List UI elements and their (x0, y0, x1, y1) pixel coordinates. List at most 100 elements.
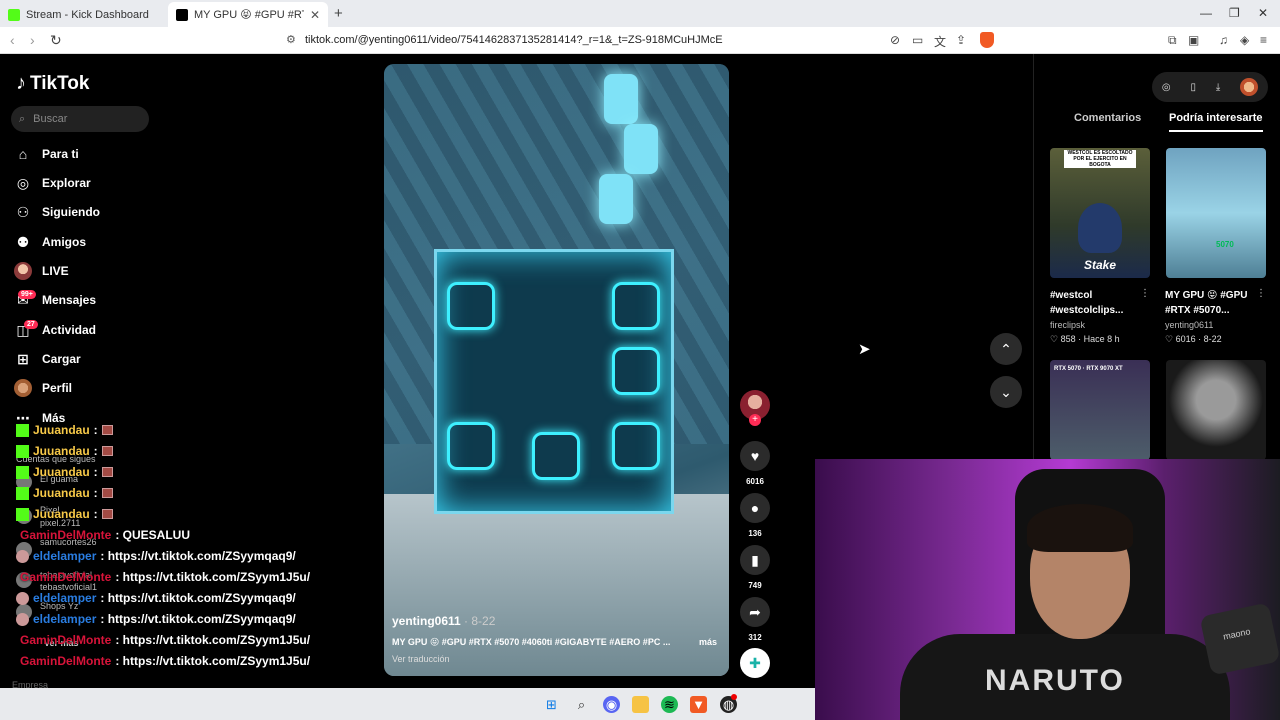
tab-podria-interesarte[interactable]: Podría interesarte (1169, 112, 1263, 132)
share-arrow-icon[interactable]: ➦ (740, 597, 770, 627)
menu-label: Actividad (42, 323, 97, 337)
menu-item-explorar[interactable]: ◎ Explorar (14, 172, 91, 194)
card-title[interactable]: MY GPU 😝 #GPU #RTX #5070... (1165, 288, 1261, 318)
kick-badge-icon (16, 507, 29, 521)
minimize-button[interactable]: — (1200, 6, 1212, 20)
notification-dot (731, 694, 737, 700)
file-explorer-icon[interactable] (632, 696, 649, 713)
back-icon[interactable]: ‹ (10, 32, 15, 48)
windows-start-icon[interactable]: ⊞ (543, 696, 560, 713)
search-input[interactable]: ⌕ Buscar (11, 106, 149, 132)
cast-icon[interactable]: ▭ (912, 33, 923, 47)
video-fan (612, 347, 660, 395)
menu-label: Para ti (42, 147, 79, 161)
video-thumbnail[interactable] (1166, 360, 1266, 460)
user-avatar[interactable] (1240, 78, 1259, 96)
share-count: 312 (748, 633, 762, 642)
menu-label: Mensajes (42, 293, 97, 307)
menu-item-perfil[interactable]: Perfil (14, 377, 72, 399)
tab-title: MY GPU 😝 #GPU #RTX #5070 (194, 9, 304, 21)
translate-link[interactable]: Ver traducción (392, 654, 450, 664)
new-tab-button[interactable]: + (334, 5, 343, 22)
menu-item-live[interactable]: LIVE (14, 260, 69, 282)
menu-item-siguiendo[interactable]: ⚇ Siguiendo (14, 201, 100, 223)
follow-plus-icon[interactable]: + (749, 414, 761, 426)
spotify-icon[interactable]: ≋ (661, 696, 678, 713)
like-action[interactable]: ♥ 6016 (738, 441, 772, 486)
chat-username: eldelamper (33, 591, 97, 605)
restore-button[interactable]: ❐ (1229, 6, 1240, 20)
brave-shield-icon[interactable] (980, 32, 994, 48)
discord-icon[interactable]: ◉ (603, 696, 620, 713)
chat-text: : https://vt.tiktok.com/ZSyymqaq9/ (100, 549, 296, 563)
card-author[interactable]: yenting0611 (1165, 320, 1213, 330)
video-thumbnail[interactable]: 5070 (1166, 148, 1266, 278)
close-window-button[interactable]: ✕ (1258, 6, 1268, 20)
chat-text: : (93, 423, 98, 437)
site-info-icon[interactable]: ⚙ (286, 33, 296, 46)
thumbnail-person (1078, 203, 1122, 253)
menu-item-amigos[interactable]: ⚉ Amigos (14, 231, 86, 253)
bookmark-icon[interactable]: ▮ (740, 545, 770, 575)
card-stats-text: 858 · Hace 8 h (1060, 334, 1120, 344)
tiktok-logo[interactable]: ♪ TikTok (16, 72, 89, 95)
brave-browser-icon[interactable]: ▼ (690, 696, 707, 713)
extensions-icon[interactable]: ⧉ (1168, 33, 1177, 48)
card-title[interactable]: #westcol #westcolclips... (1050, 288, 1146, 318)
url-field[interactable]: tiktok.com/@yenting0611/video/7541462837… (305, 34, 723, 46)
search-icon[interactable]: ⌕ (573, 696, 590, 713)
device-icon[interactable]: ▯ (1190, 82, 1196, 93)
author-name[interactable]: yenting0611 (392, 614, 461, 628)
music-disc-icon[interactable]: ✚ (740, 648, 770, 678)
download-icon[interactable]: ⤓ (1216, 82, 1220, 93)
share-icon[interactable]: ⇪ (956, 33, 966, 47)
video-thumbnail[interactable]: WESTCOL ES ESCOLTADO POR EL EJERCITO EN … (1050, 148, 1150, 278)
caption-more-button[interactable]: más (699, 637, 717, 647)
translate-icon[interactable]: 文 (934, 33, 946, 50)
save-action[interactable]: ▮ 749 (738, 545, 772, 590)
video-thumbnail[interactable]: RTX 5070 · RTX 9070 XT (1050, 360, 1150, 460)
reload-icon[interactable]: ↻ (50, 32, 62, 49)
thumbnail-text: RTX 5070 · RTX 9070 XT (1054, 366, 1123, 372)
video-fan (532, 432, 580, 480)
card-more-icon[interactable]: ⋮ (1256, 288, 1266, 299)
card-stats: ♡ 6016 · 8-22 (1165, 334, 1222, 344)
comment-action[interactable]: ● 136 (738, 493, 772, 538)
video-light-panel (599, 174, 633, 224)
tab-kick-dashboard[interactable]: Stream - Kick Dashboard (0, 2, 168, 27)
activity-badge: 27 (24, 320, 38, 329)
card-more-icon[interactable]: ⋮ (1140, 288, 1150, 299)
wallet-icon[interactable]: ◈ (1240, 33, 1249, 47)
chat-username: GaminDelMonte (20, 528, 112, 542)
sidebar-icon[interactable]: ▣ (1188, 33, 1199, 47)
card-author[interactable]: fireclipsk (1050, 320, 1085, 330)
chat-username: eldelamper (33, 612, 97, 626)
chat-message: Juuandau: (16, 486, 113, 500)
tab-tiktok-video[interactable]: MY GPU 😝 #GPU #RTX #5070 ✕ (168, 2, 328, 27)
chat-emote-icon (101, 488, 113, 498)
close-tab-icon[interactable]: ✕ (310, 8, 320, 22)
chat-emote-icon (101, 425, 113, 435)
comment-count: 136 (748, 529, 762, 538)
music-icon[interactable]: ♫ (1219, 33, 1228, 47)
tiktok-favicon-icon (176, 8, 188, 21)
share-action[interactable]: ➦ 312 (738, 597, 772, 642)
music-disc[interactable]: ✚ (738, 648, 772, 678)
next-video-button[interactable]: ⌄ (990, 376, 1022, 408)
heart-icon[interactable]: ♥ (740, 441, 770, 471)
comment-icon[interactable]: ● (740, 493, 770, 523)
menu-icon[interactable]: ≡ (1260, 33, 1267, 47)
video-pc-case (434, 249, 674, 514)
compass-icon[interactable]: ◎ (1162, 82, 1171, 93)
media-icon[interactable]: ⊘ (890, 33, 900, 47)
tab-comentarios[interactable]: Comentarios (1074, 112, 1141, 124)
forward-icon[interactable]: › (30, 32, 35, 48)
menu-item-para-ti[interactable]: ⌂ Para ti (14, 143, 79, 165)
chat-message: GaminDelMonte: https://vt.tiktok.com/ZSy… (20, 654, 310, 668)
shirt-text: NARUTO (985, 664, 1125, 697)
video-author[interactable]: yenting0611 · 8-22 (392, 614, 495, 628)
video-player[interactable]: yenting0611 · 8-22 MY GPU 😝 #GPU #RTX #5… (384, 64, 729, 676)
menu-item-cargar[interactable]: ⊞ Cargar (14, 348, 81, 370)
video-fan (447, 422, 495, 470)
previous-video-button[interactable]: ⌃ (990, 333, 1022, 365)
